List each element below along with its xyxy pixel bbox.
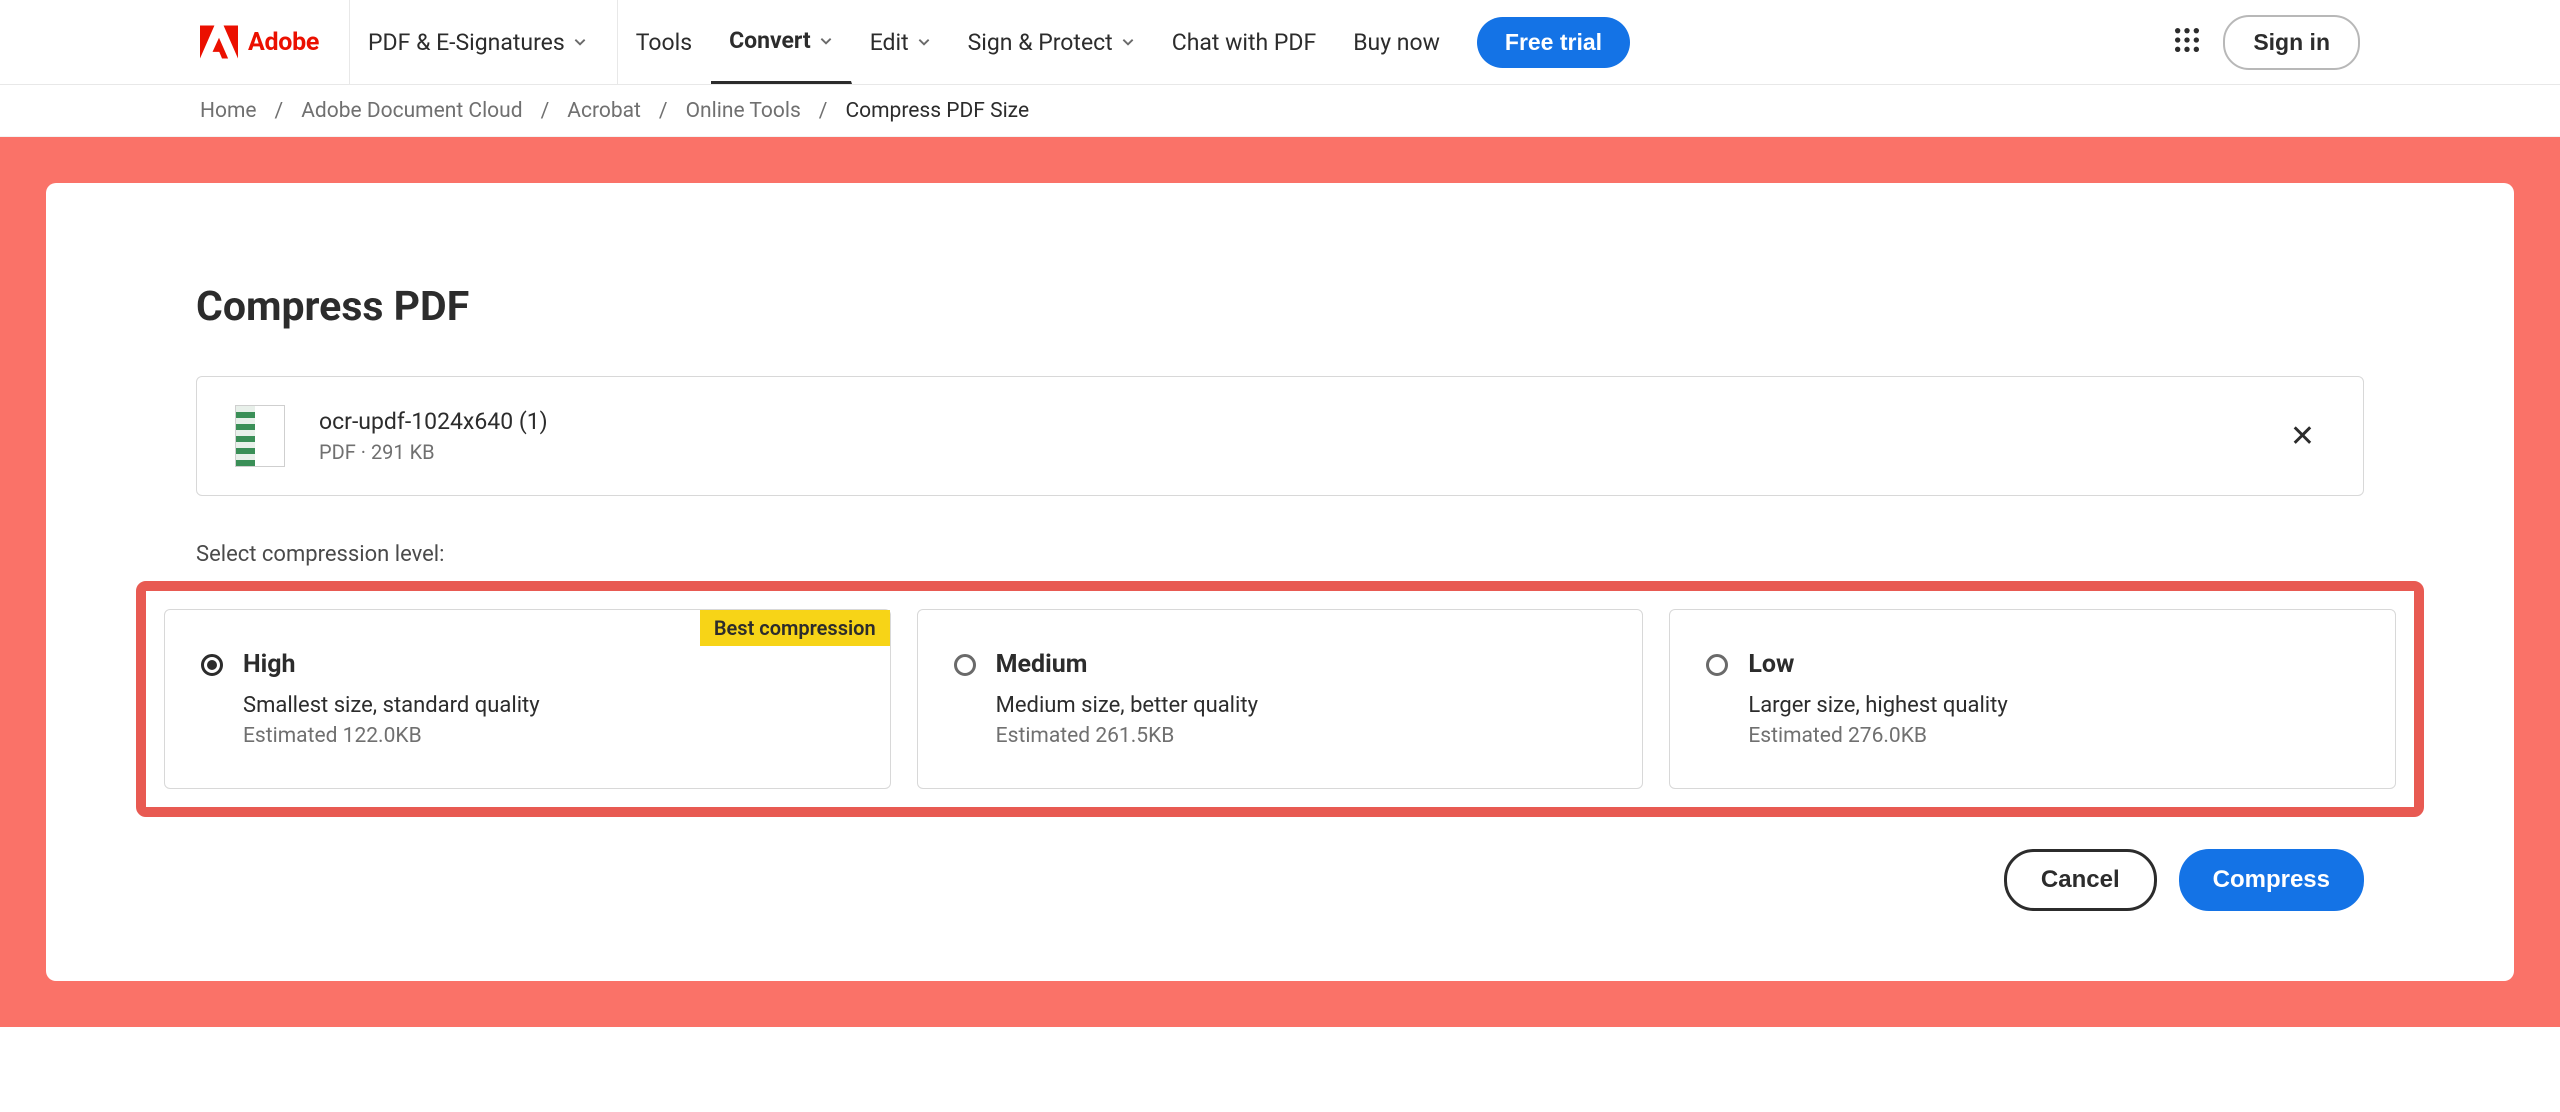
top-nav-right: Sign in <box>2173 15 2360 70</box>
chevron-down-icon <box>1121 35 1135 49</box>
breadcrumb-current: Compress PDF Size <box>845 99 1029 123</box>
breadcrumb-acrobat[interactable]: Acrobat <box>567 99 641 123</box>
radio-unselected-icon <box>954 654 976 676</box>
option-low-estimate: Estimated 276.0KB <box>1748 724 2359 748</box>
option-low-title: Low <box>1748 650 1794 679</box>
option-high-estimate: Estimated 122.0KB <box>243 724 854 748</box>
nav-convert[interactable]: Convert <box>711 0 852 84</box>
option-high-head: High <box>201 650 854 679</box>
breadcrumb-online-tools[interactable]: Online Tools <box>686 99 801 123</box>
chevron-down-icon <box>917 35 931 49</box>
nav-sign-protect-label: Sign & Protect <box>968 29 1113 56</box>
sign-in-button[interactable]: Sign in <box>2223 15 2360 70</box>
compression-options-highlight: Best compression High Smallest size, sta… <box>136 581 2424 817</box>
breadcrumb-sep: / <box>819 99 828 123</box>
remove-file-button[interactable]: ✕ <box>2280 409 2325 464</box>
nav-pdf-esign-label: PDF & E-Signatures <box>368 29 565 56</box>
compress-button[interactable]: Compress <box>2179 849 2364 911</box>
option-high[interactable]: Best compression High Smallest size, sta… <box>164 609 891 789</box>
breadcrumb: Home / Adobe Document Cloud / Acrobat / … <box>0 85 2560 137</box>
action-bar: Cancel Compress <box>196 849 2364 911</box>
nav-chat-label: Chat with PDF <box>1172 29 1316 56</box>
hero: Compress PDF ocr-updf-1024x640 (1) PDF ·… <box>0 137 2560 1027</box>
nav-menu: PDF & E-Signatures Tools Convert Edit Si… <box>350 0 1630 84</box>
nav-pdf-esign[interactable]: PDF & E-Signatures <box>350 0 618 84</box>
adobe-logo-text: Adobe <box>248 28 319 57</box>
option-low-desc: Larger size, highest quality <box>1748 693 2359 718</box>
compression-options: Best compression High Smallest size, sta… <box>164 609 2396 789</box>
nav-tools[interactable]: Tools <box>618 0 711 84</box>
below-hero-spacer <box>0 1027 2560 1112</box>
main-card: Compress PDF ocr-updf-1024x640 (1) PDF ·… <box>46 183 2514 981</box>
radio-unselected-icon <box>1706 654 1728 676</box>
file-name: ocr-updf-1024x640 (1) <box>319 408 2246 435</box>
breadcrumb-home[interactable]: Home <box>200 99 257 123</box>
close-icon: ✕ <box>2290 419 2315 454</box>
radio-selected-icon <box>201 654 223 676</box>
option-medium-head: Medium <box>954 650 1607 679</box>
adobe-logo-icon <box>200 25 238 59</box>
nav-chat[interactable]: Chat with PDF <box>1154 0 1335 84</box>
breadcrumb-sep: / <box>541 99 550 123</box>
nav-buy-label: Buy now <box>1353 29 1440 56</box>
option-medium-title: Medium <box>996 650 1088 679</box>
nav-edit-label: Edit <box>870 29 909 56</box>
adobe-logo-group[interactable]: Adobe <box>200 0 350 84</box>
nav-buy[interactable]: Buy now <box>1335 0 1459 84</box>
free-trial-button[interactable]: Free trial <box>1477 17 1630 68</box>
nav-sign-protect[interactable]: Sign & Protect <box>950 0 1154 84</box>
cancel-button[interactable]: Cancel <box>2004 849 2157 911</box>
compression-level-label: Select compression level: <box>196 542 2364 567</box>
file-thumbnail-icon <box>235 405 285 467</box>
nav-edit[interactable]: Edit <box>852 0 950 84</box>
apps-grid-icon[interactable] <box>2173 26 2201 58</box>
option-low-head: Low <box>1706 650 2359 679</box>
top-nav-left: Adobe PDF & E-Signatures Tools Convert E… <box>200 0 1630 84</box>
chevron-down-icon <box>819 34 833 48</box>
option-medium-estimate: Estimated 261.5KB <box>996 724 1607 748</box>
option-high-title: High <box>243 650 296 679</box>
file-meta: PDF · 291 KB <box>319 440 2246 464</box>
file-info: ocr-updf-1024x640 (1) PDF · 291 KB <box>319 408 2246 464</box>
chevron-down-icon <box>573 35 587 49</box>
file-row: ocr-updf-1024x640 (1) PDF · 291 KB ✕ <box>196 376 2364 496</box>
nav-tools-label: Tools <box>636 29 692 56</box>
page-title: Compress PDF <box>196 283 2364 331</box>
option-medium-desc: Medium size, better quality <box>996 693 1607 718</box>
breadcrumb-sep: / <box>659 99 668 123</box>
option-high-desc: Smallest size, standard quality <box>243 693 854 718</box>
top-nav: Adobe PDF & E-Signatures Tools Convert E… <box>0 0 2560 85</box>
option-low[interactable]: Low Larger size, highest quality Estimat… <box>1669 609 2396 789</box>
option-medium[interactable]: Medium Medium size, better quality Estim… <box>917 609 1644 789</box>
nav-convert-label: Convert <box>729 27 811 54</box>
best-compression-badge: Best compression <box>700 610 890 646</box>
breadcrumb-doc-cloud[interactable]: Adobe Document Cloud <box>301 99 522 123</box>
breadcrumb-sep: / <box>275 99 284 123</box>
